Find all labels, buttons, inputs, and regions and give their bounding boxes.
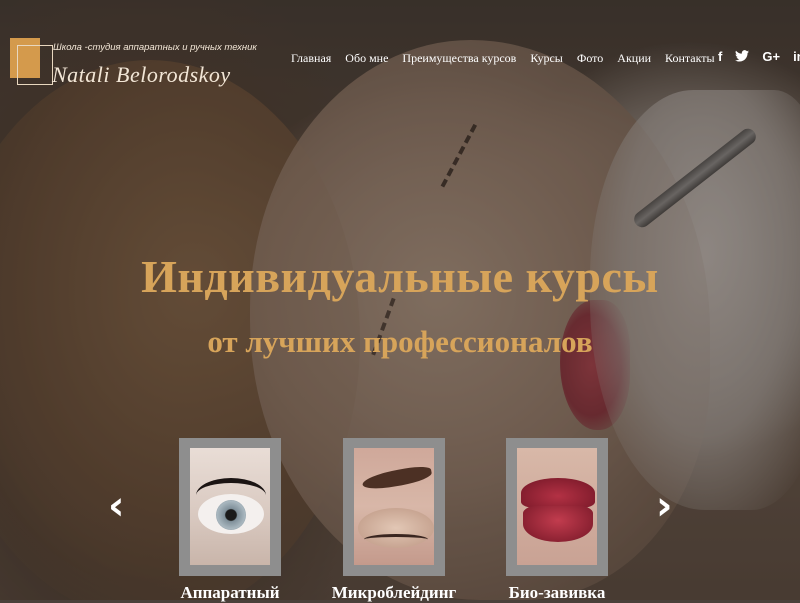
course-card-apparatus[interactable]: [179, 438, 281, 576]
hero-subtitle: от лучших профессионалов: [207, 324, 593, 359]
nav-item-promotions[interactable]: Акции: [617, 51, 651, 66]
carousel-prev-arrow[interactable]: ‹: [108, 486, 124, 526]
course-card-label[interactable]: Микроблейдинг: [324, 583, 464, 603]
google-plus-icon[interactable]: G+: [762, 49, 780, 65]
course-card-label[interactable]: Био-завивка: [487, 583, 627, 603]
nav-item-home[interactable]: Главная: [291, 51, 331, 66]
logo-brand-name: Natali Belorodskoy: [52, 62, 231, 87]
facebook-icon[interactable]: f: [718, 49, 722, 65]
nav-item-about[interactable]: Обо мне: [345, 51, 388, 66]
nav-item-contacts[interactable]: Контакты: [665, 51, 715, 66]
course-card-bio-curl[interactable]: [506, 438, 608, 576]
lips-photo: [517, 448, 597, 565]
eyelash-photo: [190, 448, 270, 565]
linkedin-icon[interactable]: in: [793, 49, 800, 65]
course-card-microblading[interactable]: [343, 438, 445, 576]
eyebrow-photo: [354, 448, 434, 565]
logo-frame: [17, 45, 53, 85]
nav-item-courses[interactable]: Курсы: [530, 51, 563, 66]
main-nav: Главная Обо мне Преимущества курсов Курс…: [291, 51, 715, 66]
twitter-icon[interactable]: [735, 49, 750, 65]
carousel-next-arrow[interactable]: ›: [656, 486, 672, 526]
nav-item-photo[interactable]: Фото: [577, 51, 603, 66]
logo-tagline: Школа -студия аппаратных и ручных техник: [53, 42, 257, 53]
hero-title: Индивидуальные курсы: [141, 251, 659, 302]
social-links: f G+ in: [718, 49, 800, 65]
course-card-label[interactable]: Аппаратный: [160, 583, 300, 603]
nav-item-advantages[interactable]: Преимущества курсов: [402, 51, 516, 66]
